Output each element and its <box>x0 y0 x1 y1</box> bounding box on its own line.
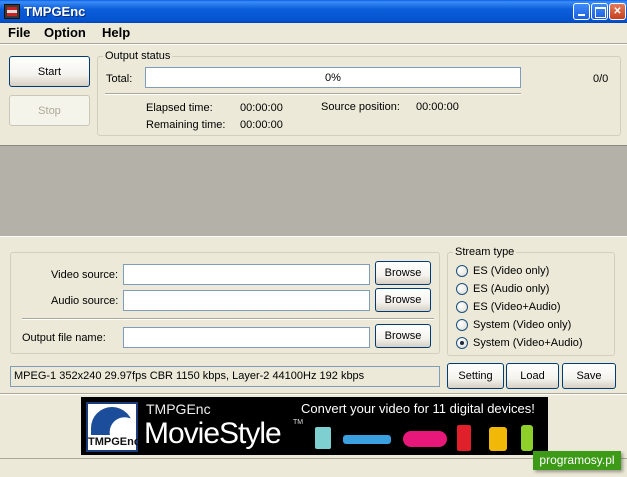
banner-product: MovieStyle <box>144 417 282 450</box>
psp-icon <box>403 431 447 447</box>
wave-icon <box>91 407 133 435</box>
source-divider <box>22 318 434 320</box>
stream-option-label: System (Video only) <box>473 319 572 331</box>
stream-option-label: ES (Audio only) <box>473 283 550 295</box>
radio-button[interactable] <box>456 265 468 277</box>
load-button[interactable]: Load <box>506 363 559 389</box>
remaining-time-value: 00:00:00 <box>240 119 283 131</box>
stream-option-label: ES (Video only) <box>473 265 550 277</box>
file-count: 0/0 <box>593 73 609 85</box>
audio-source-label: Audio source: <box>51 295 119 307</box>
close-button[interactable] <box>609 3 626 20</box>
stream-type-label: Stream type <box>453 246 517 258</box>
settings-summary: MPEG-1 352x240 29.97fps CBR 1150 kbps, L… <box>10 366 440 387</box>
menu-help[interactable]: Help <box>102 25 130 40</box>
ipod-icon <box>489 427 507 451</box>
total-progress-bar: 0% <box>145 67 521 88</box>
stream-option-0[interactable]: ES (Video only) <box>456 263 549 279</box>
setting-button[interactable]: Setting <box>447 363 504 389</box>
banner-trademark: TM <box>293 419 304 426</box>
source-position-value: 00:00:00 <box>416 101 459 113</box>
radio-button[interactable] <box>456 283 468 295</box>
xbox-icon <box>521 425 533 451</box>
stream-option-label: ES (Video+Audio) <box>473 301 561 313</box>
phone-icon <box>457 425 471 451</box>
save-button[interactable]: Save <box>562 363 616 389</box>
stream-option-3[interactable]: System (Video only) <box>456 317 571 333</box>
total-label: Total: <box>106 73 133 85</box>
output-status-label: Output status <box>103 50 173 62</box>
dvd-player-icon <box>343 435 391 444</box>
device-icons <box>315 425 533 451</box>
output-browse-button[interactable]: Browse <box>375 324 431 348</box>
media-player-icon <box>315 427 331 449</box>
menu-separator <box>0 43 627 45</box>
bottom-separator <box>0 393 627 395</box>
video-source-label: Video source: <box>51 269 119 281</box>
progress-percent: 0% <box>325 72 341 84</box>
maximize-button[interactable] <box>591 3 608 20</box>
moviestyle-banner[interactable]: TMPGEnc TMPGEnc MovieStyle TM Convert yo… <box>81 397 548 455</box>
radio-button[interactable] <box>456 319 468 331</box>
watermark: programosy.pl <box>533 451 621 470</box>
minimize-button[interactable] <box>573 3 590 20</box>
video-source-input[interactable] <box>123 264 370 285</box>
banner-brand: TMPGEnc <box>146 401 211 417</box>
banner-tagline: Convert your video for 11 digital device… <box>301 401 535 416</box>
radio-button[interactable] <box>456 301 468 313</box>
elapsed-time-value: 00:00:00 <box>240 102 283 114</box>
menu-option[interactable]: Option <box>44 25 86 40</box>
menu-bar: File Option Help <box>0 23 627 43</box>
output-file-input[interactable] <box>123 327 370 348</box>
menu-file[interactable]: File <box>8 25 30 40</box>
logo-text: TMPGEnc <box>88 436 140 448</box>
status-divider <box>105 93 521 95</box>
title-bar[interactable]: TMPGEnc <box>0 0 627 23</box>
stop-button[interactable]: Stop <box>9 95 90 126</box>
elapsed-time-label: Elapsed time: <box>146 102 213 114</box>
app-icon <box>4 4 20 19</box>
remaining-time-label: Remaining time: <box>146 119 226 131</box>
audio-browse-button[interactable]: Browse <box>375 288 431 312</box>
stream-option-1[interactable]: ES (Audio only) <box>456 281 549 297</box>
window-title: TMPGEnc <box>24 4 86 19</box>
stream-option-label: System (Video+Audio) <box>473 337 583 349</box>
stream-option-2[interactable]: ES (Video+Audio) <box>456 299 561 315</box>
start-button[interactable]: Start <box>9 56 90 87</box>
tmpgenc-logo: TMPGEnc <box>86 402 140 452</box>
video-browse-button[interactable]: Browse <box>375 261 431 285</box>
output-file-label: Output file name: <box>22 332 106 344</box>
radio-button[interactable] <box>456 337 468 349</box>
audio-source-input[interactable] <box>123 290 370 311</box>
source-position-label: Source position: <box>321 101 400 113</box>
preview-panel <box>0 145 627 237</box>
stream-option-4[interactable]: System (Video+Audio) <box>456 335 583 351</box>
